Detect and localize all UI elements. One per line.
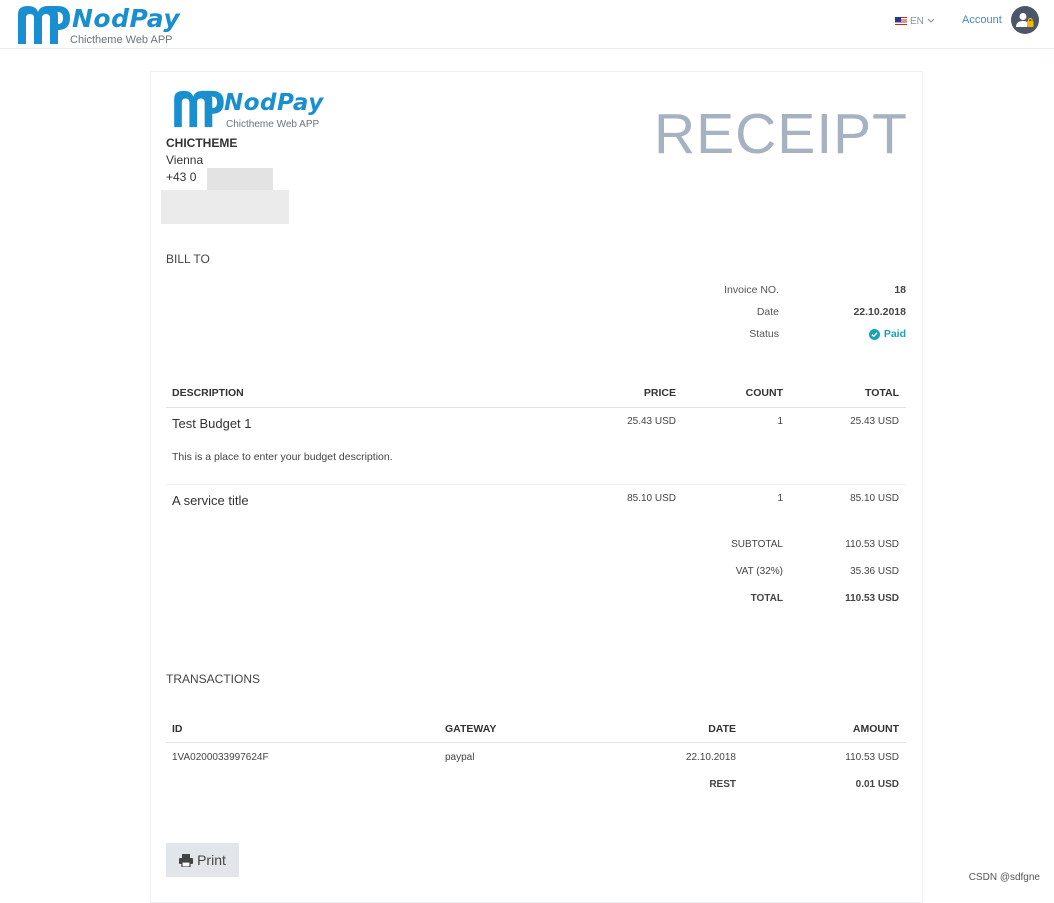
company-phone: +43 0 — [166, 170, 197, 184]
receipt-logo: NodPay Chictheme Web APP — [172, 89, 332, 133]
item-title: Test Budget 1 — [172, 416, 252, 431]
bill-to-label: BILL TO — [166, 252, 210, 266]
subtotal-value: 110.53 USD — [845, 539, 899, 550]
transactions-title: TRANSACTIONS — [166, 672, 261, 686]
logo-tagline: Chictheme Web APP — [70, 34, 173, 46]
total-label: TOTAL — [750, 593, 783, 604]
invoice-number-value: 18 — [894, 284, 906, 296]
subtotal-label: SUBTOTAL — [731, 539, 783, 550]
redacted-block — [161, 190, 289, 224]
chevron-down-icon — [927, 18, 935, 23]
item-description: This is a place to enter your budget des… — [172, 451, 393, 463]
column-date: DATE — [708, 723, 736, 735]
invoice-number-label: Invoice NO. — [724, 284, 779, 296]
transaction-date: 22.10.2018 — [685, 752, 736, 763]
us-flag-icon — [895, 17, 907, 25]
top-navbar: NodPay Chictheme Web APP EN Account — [0, 0, 1054, 49]
rest-value: 0.01 USD — [855, 779, 899, 790]
watermark: CSDN @sdfgne — [968, 872, 1040, 883]
logo-brand-text: NodPay — [72, 4, 181, 33]
rest-label: REST — [709, 779, 736, 790]
date-value: 22.10.2018 — [853, 306, 906, 318]
logo-mark-icon — [18, 6, 70, 44]
printer-icon — [179, 853, 194, 867]
user-lock-icon — [1016, 13, 1034, 27]
company-name: CHICTHEME — [166, 136, 238, 150]
account-avatar[interactable] — [1011, 6, 1039, 34]
column-price: PRICE — [643, 387, 676, 399]
item-count: 1 — [777, 493, 783, 504]
company-city: Vienna — [166, 153, 204, 167]
receipt-title: RECEIPT — [653, 102, 908, 166]
redacted-block — [207, 168, 273, 192]
status-value: Paid — [883, 328, 906, 340]
app-logo[interactable]: NodPay Chictheme Web APP — [16, 4, 180, 46]
receipt-card: NodPay Chictheme Web APP CHICTHEME Vienn… — [150, 71, 923, 903]
item-total: 25.43 USD — [850, 416, 899, 427]
status-label: Status — [749, 328, 779, 340]
table-divider — [166, 484, 906, 485]
table-divider — [166, 407, 906, 408]
transaction-gateway: paypal — [445, 752, 475, 763]
logo-brand-text: NodPay — [224, 90, 324, 116]
total-value: 110.53 USD — [845, 593, 899, 604]
table-divider — [166, 742, 906, 743]
transaction-amount: 110.53 USD — [845, 752, 899, 763]
date-label: Date — [756, 306, 779, 318]
column-amount: AMOUNT — [852, 723, 899, 735]
check-circle-icon — [868, 328, 880, 340]
print-label: Print — [197, 852, 226, 868]
column-description: DESCRIPTION — [172, 387, 244, 399]
column-total: TOTAL — [864, 387, 899, 399]
logo-mark-icon — [174, 90, 224, 128]
column-count: COUNT — [745, 387, 783, 399]
logo-tagline: Chictheme Web APP — [226, 119, 320, 130]
vat-label: VAT (32%) — [735, 566, 783, 577]
status-badge: Paid — [786, 328, 906, 340]
item-total: 85.10 USD — [850, 493, 899, 504]
account-link[interactable]: Account — [962, 14, 1002, 26]
print-button[interactable]: Print — [166, 843, 239, 877]
item-count: 1 — [777, 416, 783, 427]
transaction-id: 1VA0200033997624F — [172, 752, 269, 763]
column-gateway: GATEWAY — [445, 723, 497, 735]
column-id: ID — [172, 723, 183, 735]
vat-value: 35.36 USD — [850, 566, 899, 577]
item-price: 85.10 USD — [627, 493, 676, 504]
item-price: 25.43 USD — [627, 416, 676, 427]
item-title: A service title — [172, 493, 249, 508]
language-selector[interactable]: EN — [895, 14, 935, 28]
language-label: EN — [910, 15, 924, 27]
